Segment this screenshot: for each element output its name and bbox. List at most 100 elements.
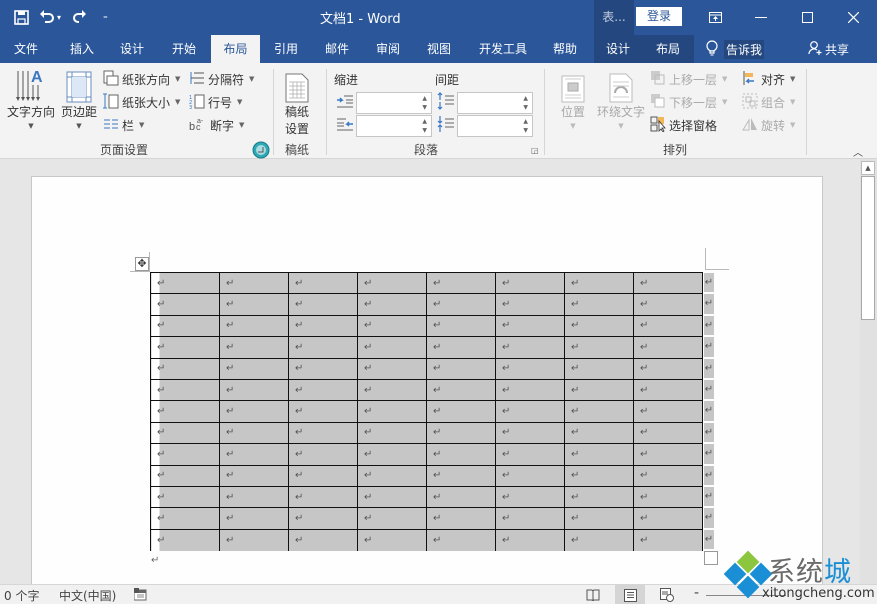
table-cell[interactable]: ↵ <box>633 293 703 316</box>
table-cell[interactable]: ↵ <box>219 271 289 295</box>
document-table[interactable]: ↵ ↵ ↵ ↵ ↵ ↵ ↵ ↵ ↵ ↵ ↵ ↵ ↵ ↵ ↵ ↵ ↵ ↵ ↵ ↵ ↵ ↵ ↵ ↵ ↵ ↵ ↵ ↵ ↵ ↵ ↵ ↵ ↵ ↵ ↵ ↵ ↵ ↵ ↵ ↵… <box>150 271 703 551</box>
spin-down-icon[interactable]: ▼ <box>523 127 528 134</box>
table-cell[interactable]: ↵ <box>495 314 565 338</box>
table-cell[interactable]: ↵ <box>495 357 565 380</box>
table-cell[interactable]: ↵ <box>150 421 220 445</box>
spin-up-icon[interactable]: ▲ <box>422 95 427 102</box>
tab-mailings[interactable]: 邮件 <box>315 35 359 63</box>
table-cell[interactable]: ↵ <box>633 400 703 423</box>
position-button[interactable]: 位置 ▼ <box>556 67 590 130</box>
table-cell[interactable]: ↵ <box>219 378 289 402</box>
line-numbers-button[interactable]: 123 行号 ▼ <box>189 92 242 112</box>
group-button[interactable]: 组合 ▼ <box>742 92 795 112</box>
table-cell[interactable]: ↵ <box>357 421 427 445</box>
spin-up-icon[interactable]: ▲ <box>422 118 427 125</box>
table-cell[interactable]: ↵ <box>633 443 703 466</box>
table-cell[interactable]: ↵ <box>288 443 358 466</box>
breaks-button[interactable]: 分隔符 ▼ <box>189 69 254 89</box>
table-cell[interactable]: ↵ <box>357 293 427 316</box>
spin-down-icon[interactable]: ▼ <box>422 127 427 134</box>
table-cell[interactable]: ↵ <box>564 336 634 359</box>
table-cell[interactable]: ↵ <box>288 378 358 402</box>
table-cell[interactable]: ↵ <box>426 336 496 359</box>
macro-record-icon[interactable] <box>133 588 147 604</box>
spin-up-icon[interactable]: ▲ <box>523 95 528 102</box>
print-layout-icon[interactable] <box>615 585 645 604</box>
table-cell[interactable]: ↵ <box>564 400 634 423</box>
undo-dropdown-icon[interactable]: ▾ <box>57 6 61 28</box>
tab-view[interactable]: 视图 <box>417 35 461 63</box>
zoom-out-button[interactable]: - <box>694 585 699 601</box>
table-cell[interactable]: ↵ <box>288 464 358 487</box>
customize-icon[interactable]: ₌ <box>103 6 108 28</box>
ribbon-display-icon[interactable] <box>692 0 738 35</box>
table-cell[interactable]: ↵ <box>150 293 220 316</box>
table-cell[interactable]: ↵ <box>564 485 634 509</box>
tell-me-box[interactable]: 告诉我 <box>706 35 765 63</box>
table-cell[interactable]: ↵ <box>357 528 427 551</box>
paragraph-dialog-launcher[interactable]: ◲ <box>531 146 539 155</box>
table-cell[interactable]: ↵ <box>495 293 565 316</box>
table-move-handle-icon[interactable]: ✥ <box>135 257 149 271</box>
table-cell[interactable]: ↵ <box>288 271 358 295</box>
table-cell[interactable]: ↵ <box>357 271 427 295</box>
table-cell[interactable]: ↵ <box>564 357 634 380</box>
tab-file[interactable]: 文件 <box>4 35 48 63</box>
table-cell[interactable]: ↵ <box>564 421 634 445</box>
table-cell[interactable]: ↵ <box>219 443 289 466</box>
table-cell[interactable]: ↵ <box>426 400 496 423</box>
hyphenation-button[interactable]: b c a- 断字 ▼ <box>189 115 244 135</box>
table-cell[interactable]: ↵ <box>564 378 634 402</box>
table-cell[interactable]: ↵ <box>357 400 427 423</box>
minimize-icon[interactable] <box>738 0 784 35</box>
bring-forward-button[interactable]: 上移一层 ▼ <box>650 69 727 89</box>
indent-left-input[interactable]: ▲ ▼ <box>356 92 432 114</box>
page-setup-dialog-launcher[interactable] <box>252 141 270 161</box>
table-cell[interactable]: ↵ <box>426 271 496 295</box>
word-count[interactable]: 0 个字 <box>4 587 39 604</box>
table-cell[interactable]: ↵ <box>357 485 427 509</box>
save-icon[interactable] <box>14 6 29 28</box>
table-cell[interactable]: ↵ <box>633 378 703 402</box>
table-cell[interactable]: ↵ <box>564 271 634 295</box>
table-cell[interactable]: ↵ <box>357 443 427 466</box>
table-cell[interactable]: ↵ <box>150 507 220 530</box>
table-cell[interactable]: ↵ <box>219 485 289 509</box>
table-cell[interactable]: ↵ <box>426 357 496 380</box>
table-cell[interactable]: ↵ <box>495 443 565 466</box>
table-cell[interactable]: ↵ <box>564 443 634 466</box>
vertical-scrollbar[interactable]: ▲ <box>860 159 877 584</box>
table-cell[interactable]: ↵ <box>633 528 703 551</box>
table-cell[interactable]: ↵ <box>564 464 634 487</box>
table-cell[interactable]: ↵ <box>150 464 220 487</box>
login-button[interactable]: 登录 <box>636 7 682 26</box>
spacing-before-input[interactable]: ▲ ▼ <box>457 92 533 114</box>
rotate-button[interactable]: 旋转 ▼ <box>742 115 795 135</box>
table-cell[interactable]: ↵ <box>150 271 220 295</box>
table-cell[interactable]: ↵ <box>426 421 496 445</box>
read-mode-icon[interactable] <box>578 585 608 604</box>
tab-review[interactable]: 审阅 <box>366 35 410 63</box>
table-cell[interactable]: ↵ <box>426 528 496 551</box>
spacing-after-input[interactable]: ▲ ▼ <box>457 115 533 137</box>
table-cell[interactable]: ↵ <box>150 357 220 380</box>
share-button[interactable]: 共享 <box>808 35 849 63</box>
table-cell[interactable]: ↵ <box>495 336 565 359</box>
table-cell[interactable]: ↵ <box>288 293 358 316</box>
table-cell[interactable]: ↵ <box>150 314 220 338</box>
table-cell[interactable]: ↵ <box>633 314 703 338</box>
table-cell[interactable]: ↵ <box>357 336 427 359</box>
selection-pane-button[interactable]: 选择窗格 <box>650 115 717 135</box>
wrap-text-button[interactable]: 环绕文字 ▼ <box>595 67 647 130</box>
table-resize-handle[interactable] <box>704 551 718 565</box>
orientation-button[interactable]: 纸张方向 ▼ <box>103 69 180 89</box>
table-cell[interactable]: ↵ <box>357 464 427 487</box>
tab-references[interactable]: 引用 <box>264 35 308 63</box>
table-cell[interactable]: ↵ <box>150 336 220 359</box>
tab-layout[interactable]: 布局 <box>211 35 260 63</box>
table-cell[interactable]: ↵ <box>426 464 496 487</box>
table-cell[interactable]: ↵ <box>495 485 565 509</box>
tab-developer[interactable]: 开发工具 <box>472 35 534 63</box>
table-cell[interactable]: ↵ <box>219 336 289 359</box>
table-cell[interactable]: ↵ <box>150 400 220 423</box>
